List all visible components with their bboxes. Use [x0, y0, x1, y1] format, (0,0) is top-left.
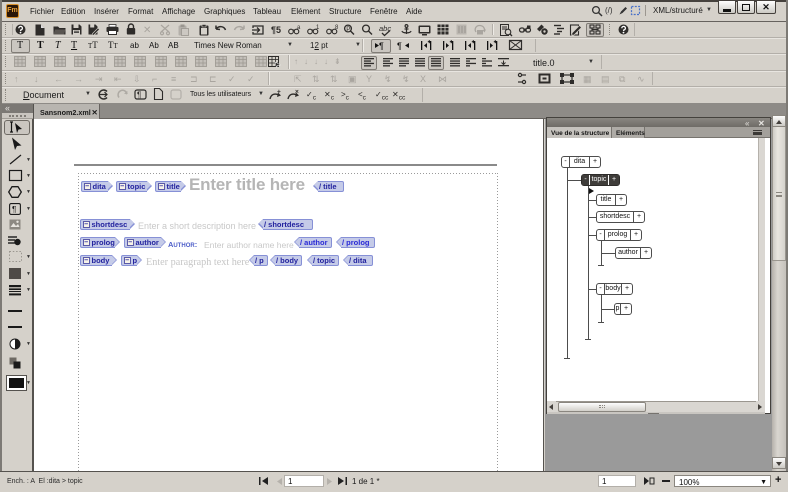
svg-text:×: × — [295, 89, 299, 96]
svg-text:¶: ¶ — [397, 41, 402, 51]
svg-text:+: + — [277, 89, 281, 96]
svg-text:P: P — [346, 26, 350, 33]
svg-text:¶: ¶ — [379, 41, 384, 51]
svg-text:¶: ¶ — [137, 91, 141, 100]
svg-text:¶: ¶ — [12, 205, 16, 214]
